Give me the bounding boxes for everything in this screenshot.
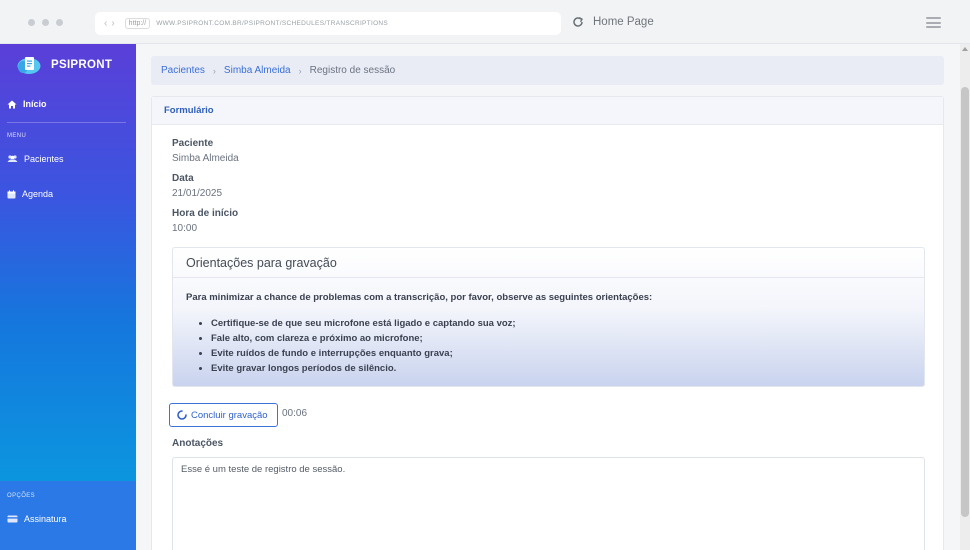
spinner-icon [177,410,187,420]
breadcrumb: Pacientes › Simba Almeida › Registro de … [151,56,944,85]
breadcrumb-pacientes[interactable]: Pacientes [161,65,205,76]
sidebar-divider [7,122,126,123]
close-window-dot[interactable] [28,19,35,26]
brand[interactable]: PSIPRONT [17,55,112,75]
brand-name: PSIPRONT [51,59,113,71]
start-time-value: 10:00 [172,223,198,234]
chevron-right-icon: › [212,65,216,76]
home-page-link[interactable]: Home Page [593,16,654,28]
url-text[interactable]: WWW.PSIPRONT.COM.BR/PSIPRONT/SCHEDULES/T… [156,20,388,27]
list-item: Fale alto, com clareza e próximo ao micr… [211,331,516,346]
sidebar-options-panel: OPÇÕES Assinatura [0,481,136,550]
reload-icon[interactable] [571,15,585,29]
menu-icon[interactable] [926,17,941,28]
patient-label: Paciente [172,138,214,149]
sidebar-item-inicio[interactable]: Início [7,99,47,109]
breadcrumb-patient[interactable]: Simba Almeida [224,65,291,76]
list-item: Evite ruídos de fundo e interrupções enq… [211,346,516,361]
sidebar-item-assinatura[interactable]: Assinatura [7,514,67,524]
back-forward-icon[interactable]: ‹› [104,18,119,29]
sidebar-section-menu: MENU [7,133,27,139]
maximize-window-dot[interactable] [56,19,63,26]
credit-card-icon [7,515,18,523]
recording-guidelines: Orientações para gravação Para minimizar… [172,247,925,387]
guidelines-title: Orientações para gravação [173,248,924,278]
sidebar-item-agenda[interactable]: Agenda [7,189,53,199]
date-label: Data [172,173,194,184]
guidelines-intro: Para minimizar a chance de problemas com… [186,292,653,303]
start-time-label: Hora de início [172,208,239,219]
card-title: Formulário [152,97,943,125]
sidebar: PSIPRONT Início MENU Pacientes Agenda OP… [0,44,136,550]
home-icon [7,100,17,108]
address-bar[interactable]: ‹› http:// WWW.PSIPRONT.COM.BR/PSIPRONT/… [95,12,561,35]
browser-toolbar: ‹› http:// WWW.PSIPRONT.COM.BR/PSIPRONT/… [0,0,970,44]
logo-icon [17,57,41,74]
sidebar-item-label: Assinatura [24,514,67,524]
sidebar-section-opcoes: OPÇÕES [7,493,36,499]
scrollbar-thumb[interactable] [961,87,969,517]
sidebar-item-label: Agenda [22,189,54,199]
scroll-up-arrow-icon[interactable] [962,47,968,51]
form-card: Formulário Paciente Simba Almeida Data 2… [151,96,944,550]
date-value: 21/01/2025 [172,188,223,199]
chevron-right-icon: › [298,65,302,76]
calendar-icon [7,189,16,198]
users-icon [7,155,18,162]
sidebar-item-label: Início [23,99,47,109]
minimize-window-dot[interactable] [42,19,49,26]
notes-label: Anotações [172,438,224,449]
window-controls [28,19,63,26]
list-item: Evite gravar longos períodos de silêncio… [211,361,516,376]
sidebar-item-label: Pacientes [24,154,64,164]
list-item: Certifique-se de que seu microfone está … [211,316,516,331]
finish-recording-button[interactable]: Concluir gravação [169,403,278,427]
notes-textarea[interactable]: Esse é um teste de registro de sessão. [172,457,925,550]
guidelines-list: Certifique-se de que seu microfone está … [211,316,516,376]
finish-recording-label: Concluir gravação [191,409,268,421]
breadcrumb-current: Registro de sessão [309,65,396,76]
sidebar-item-pacientes[interactable]: Pacientes [7,154,64,164]
patient-value: Simba Almeida [172,153,239,164]
recording-timer: 00:06 [282,408,308,419]
protocol-badge: http:// [124,18,151,29]
